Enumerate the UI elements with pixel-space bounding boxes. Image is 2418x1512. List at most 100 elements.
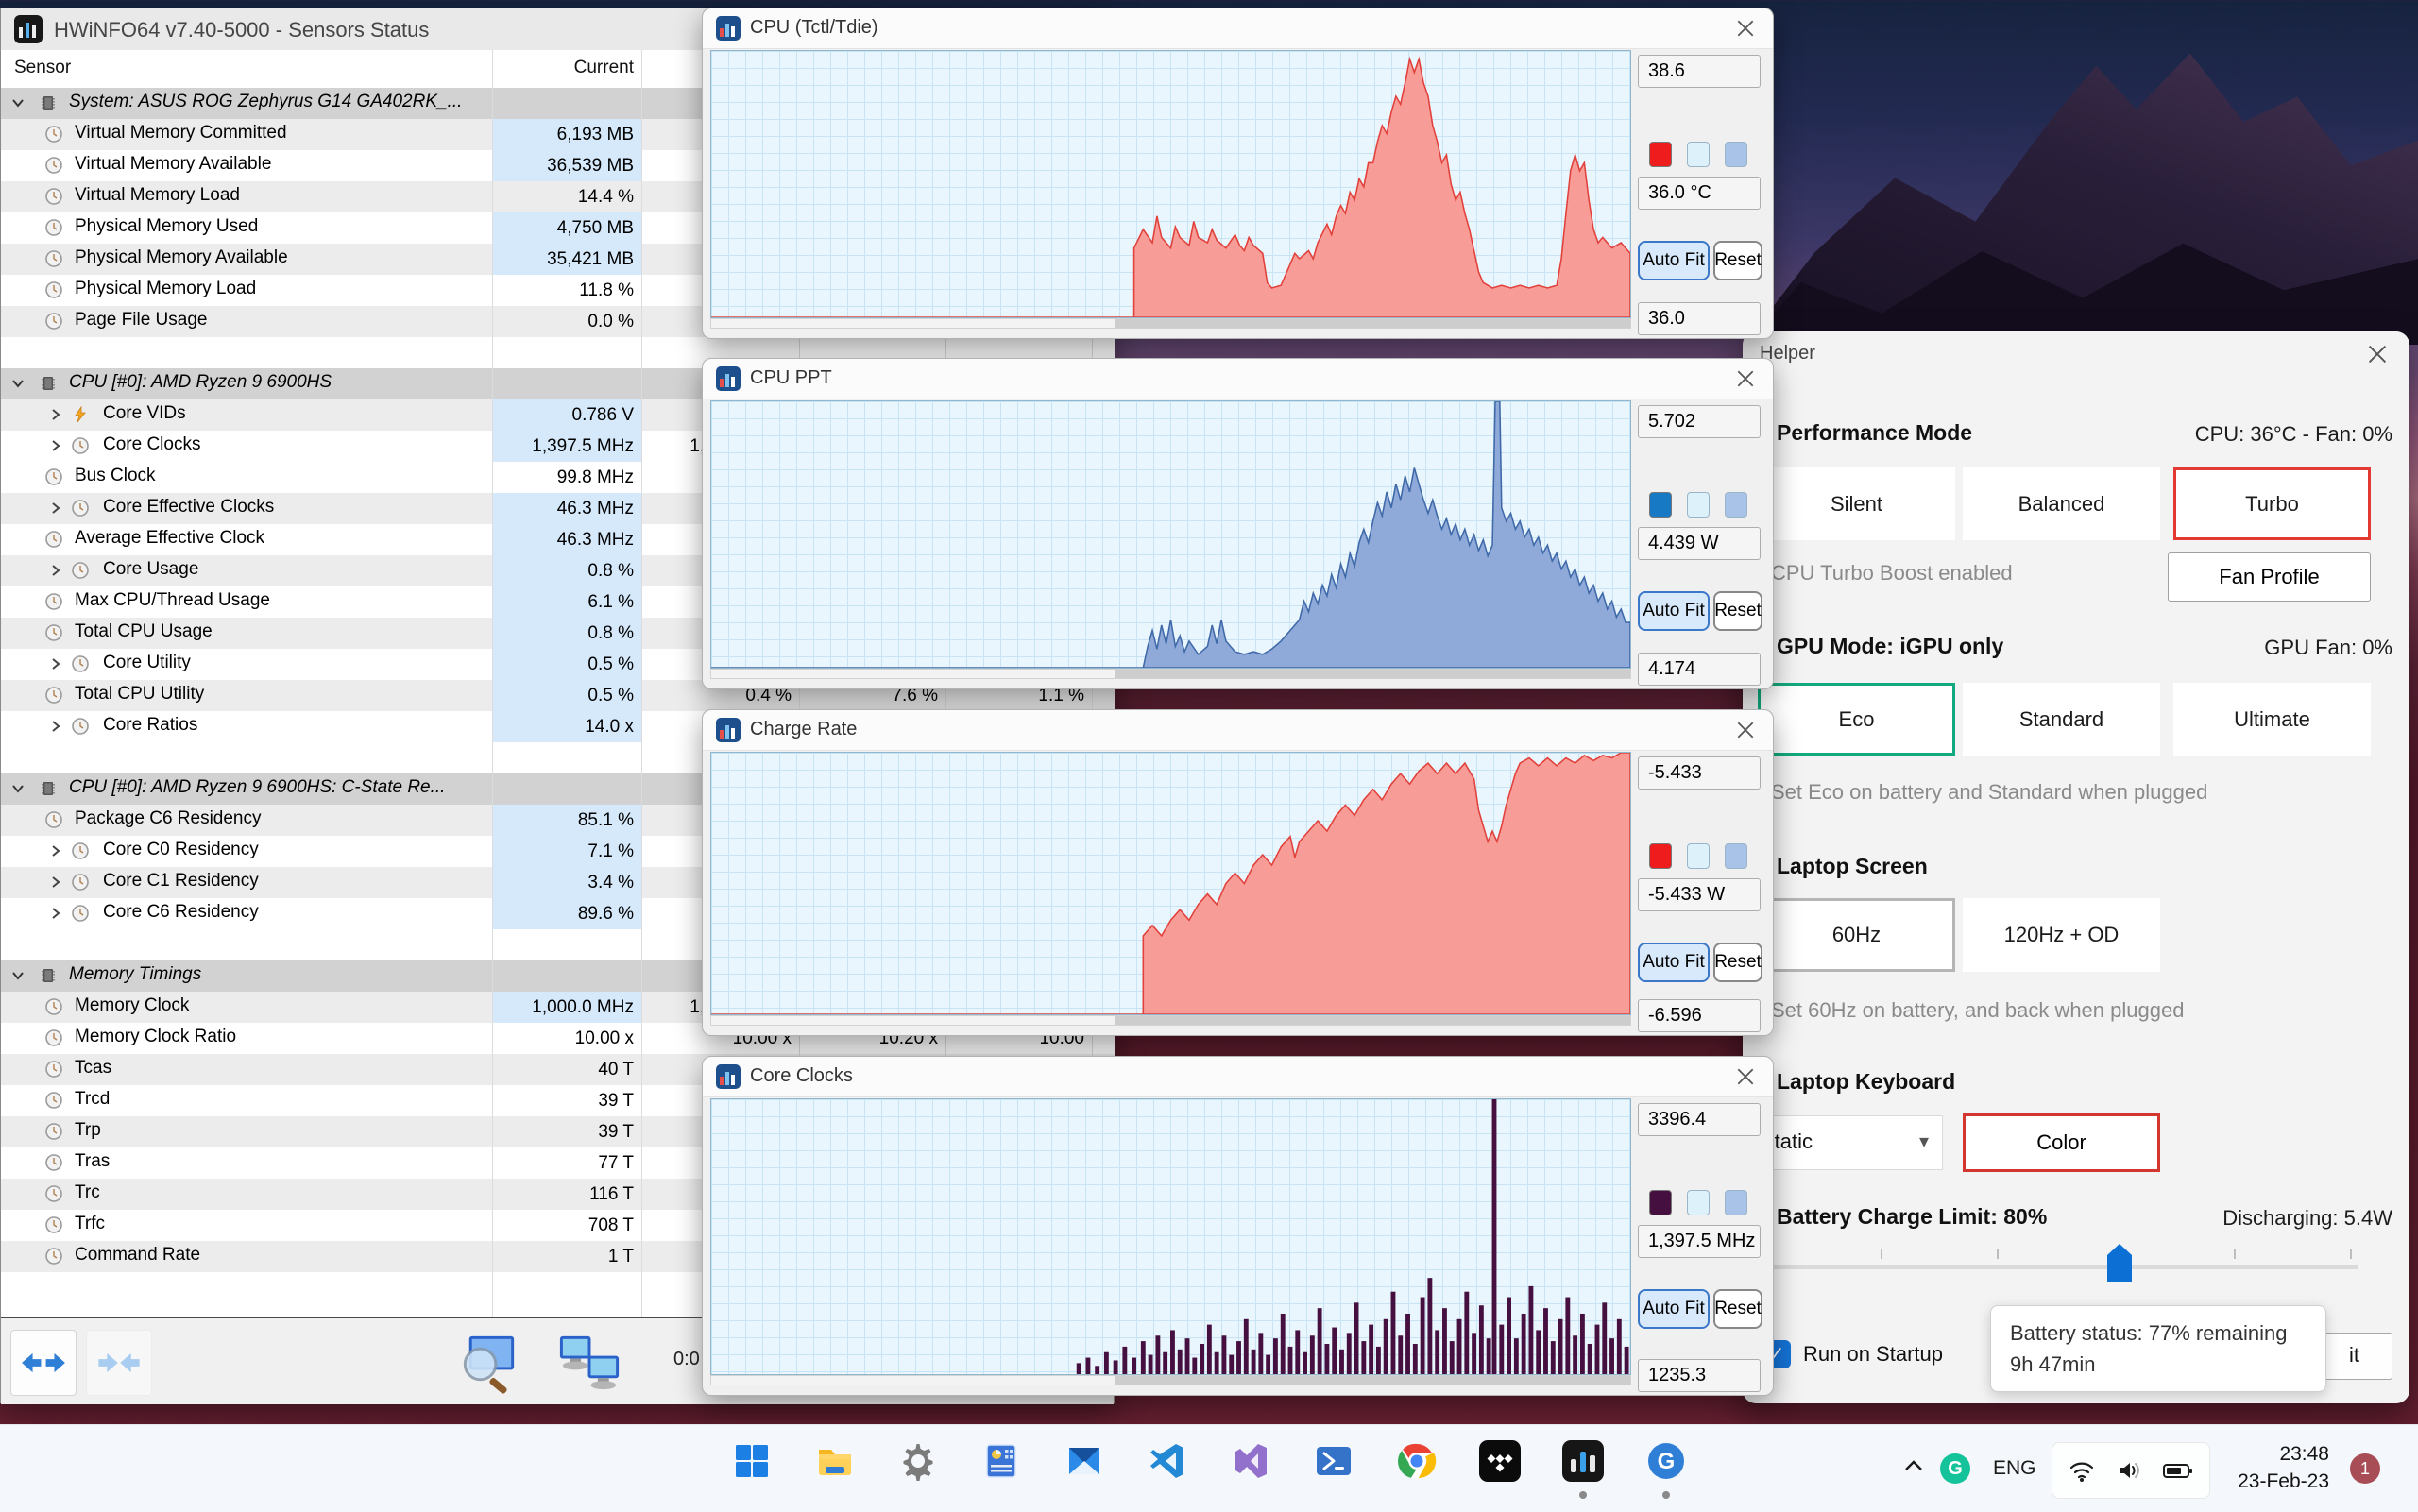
- grid-color-swatch[interactable]: [1725, 1190, 1747, 1215]
- taskbar-icon-task-manager[interactable]: [979, 1438, 1024, 1484]
- column-header-sensor[interactable]: Sensor: [14, 58, 71, 78]
- chevron-down-icon[interactable]: [10, 95, 26, 110]
- graph-scrollbar[interactable]: [710, 669, 1631, 679]
- notification-badge[interactable]: 1: [2350, 1453, 2380, 1484]
- expand-sensors-button[interactable]: [10, 1330, 77, 1396]
- scrollbar-handle[interactable]: [1115, 1016, 1630, 1025]
- scrollbar-handle[interactable]: [1115, 1376, 1630, 1385]
- taskbar-icon-vscode[interactable]: [1145, 1438, 1190, 1484]
- chevron-right-icon[interactable]: [48, 906, 63, 921]
- reset-button[interactable]: Reset: [1713, 241, 1762, 280]
- laptop-screen-heading: Laptop Screen: [1777, 854, 1928, 878]
- graph-min-value: 4.174: [1638, 653, 1761, 686]
- series-color-swatch[interactable]: [1649, 492, 1672, 518]
- language-indicator[interactable]: ENG: [1993, 1457, 2036, 1480]
- remote-monitoring-icon[interactable]: [554, 1328, 624, 1398]
- auto-fit-button[interactable]: Auto Fit: [1638, 591, 1710, 631]
- standard-gpu-button[interactable]: Standard: [1963, 683, 2160, 756]
- turbo-boost-note: CPU Turbo Boost enabled: [1771, 561, 2013, 585]
- battery-limit-slider-track[interactable]: [1771, 1265, 2358, 1269]
- grid-color-swatch[interactable]: [1725, 843, 1747, 869]
- series-color-swatch[interactable]: [1649, 142, 1672, 167]
- grid-color-swatch[interactable]: [1725, 492, 1747, 518]
- taskbar-icon-tidal[interactable]: [1477, 1438, 1523, 1484]
- column-header-current[interactable]: Current: [492, 58, 634, 78]
- grammarly-tray-icon[interactable]: G: [1940, 1453, 1970, 1484]
- keyboard-color-button[interactable]: Color: [1963, 1113, 2160, 1172]
- eco-gpu-button[interactable]: Eco: [1758, 683, 1955, 756]
- taskbar-icon-settings[interactable]: [895, 1438, 941, 1484]
- chevron-right-icon[interactable]: [48, 438, 63, 453]
- auto-fit-button[interactable]: Auto Fit: [1638, 943, 1710, 982]
- close-icon[interactable]: [1735, 1066, 1756, 1087]
- chevron-right-icon[interactable]: [48, 843, 63, 858]
- tooltip-line2: 9h 47min: [2010, 1352, 2096, 1376]
- sensor-current-value: 1 T: [607, 1247, 634, 1266]
- close-icon[interactable]: [1735, 720, 1756, 740]
- background-color-swatch[interactable]: [1687, 142, 1710, 167]
- taskbar-icon-ghelper[interactable]: G: [1643, 1438, 1689, 1499]
- chevron-down-icon[interactable]: [10, 968, 26, 983]
- chevron-right-icon[interactable]: [48, 501, 63, 516]
- series-color-swatch[interactable]: [1649, 1190, 1672, 1215]
- background-color-swatch[interactable]: [1687, 843, 1710, 869]
- battery-limit-slider-thumb[interactable]: [2107, 1244, 2132, 1282]
- chevron-right-icon[interactable]: [48, 875, 63, 890]
- taskbar-icon-start[interactable]: [729, 1438, 775, 1484]
- auto-fit-button[interactable]: Auto Fit: [1638, 241, 1710, 280]
- sensor-current-value: 0.786 V: [492, 399, 641, 431]
- taskbar-icon-chrome[interactable]: [1394, 1438, 1439, 1484]
- balanced-mode-button[interactable]: Balanced: [1963, 467, 2160, 540]
- tray-overflow-chevron-icon[interactable]: [1900, 1453, 1927, 1480]
- close-icon[interactable]: [1735, 368, 1756, 389]
- close-icon[interactable]: [1735, 18, 1756, 39]
- clock-icon: [44, 810, 63, 829]
- turbo-mode-button[interactable]: Turbo: [2173, 467, 2371, 540]
- chevron-right-icon[interactable]: [48, 656, 63, 671]
- keyboard-mode-dropdown[interactable]: Static ▾: [1746, 1115, 1943, 1170]
- clock-icon: [44, 686, 63, 705]
- scrollbar-handle[interactable]: [1115, 670, 1630, 678]
- ultimate-gpu-button[interactable]: Ultimate: [2173, 683, 2371, 756]
- series-color-swatch[interactable]: [1649, 843, 1672, 869]
- quick-settings-pill[interactable]: [2052, 1442, 2210, 1499]
- collapse-sensors-button[interactable]: [86, 1330, 152, 1396]
- taskbar-icon-mail[interactable]: [1062, 1438, 1107, 1484]
- graph-scrollbar[interactable]: [710, 318, 1631, 329]
- clock-icon: [71, 717, 90, 736]
- reset-button[interactable]: Reset: [1713, 591, 1762, 631]
- graph-titlebar[interactable]: CPU PPT: [703, 359, 1773, 399]
- background-color-swatch[interactable]: [1687, 1190, 1710, 1215]
- taskbar-icon-hwinfo[interactable]: [1560, 1438, 1606, 1499]
- chevron-right-icon[interactable]: [48, 407, 63, 422]
- scrollbar-handle[interactable]: [1115, 319, 1630, 328]
- graph-scrollbar[interactable]: [710, 1375, 1631, 1385]
- chevron-right-icon[interactable]: [48, 563, 63, 578]
- close-icon[interactable]: [2366, 343, 2389, 365]
- graph-titlebar[interactable]: CPU (Tctl/Tdie): [703, 8, 1773, 49]
- auto-fit-button[interactable]: Auto Fit: [1638, 1289, 1710, 1329]
- sensor-label: Memory Clock: [75, 995, 190, 1015]
- clock[interactable]: 23:48 23-Feb-23: [2216, 1440, 2329, 1495]
- chevron-down-icon[interactable]: [10, 376, 26, 391]
- graph-titlebar[interactable]: Core Clocks: [703, 1057, 1773, 1097]
- background-color-swatch[interactable]: [1687, 492, 1710, 518]
- grid-color-swatch[interactable]: [1725, 142, 1747, 167]
- sensor-current-value: 85.1 %: [492, 805, 641, 836]
- reset-button[interactable]: Reset: [1713, 1289, 1762, 1329]
- status-time: 0:0: [673, 1349, 700, 1369]
- refresh-120hz-button[interactable]: 120Hz + OD: [1963, 898, 2160, 972]
- silent-mode-button[interactable]: Silent: [1758, 467, 1955, 540]
- taskbar-icon-visual-studio[interactable]: [1228, 1438, 1273, 1484]
- refresh-60hz-button[interactable]: 60Hz: [1758, 898, 1955, 972]
- screen-capture-icon[interactable]: [452, 1328, 522, 1398]
- graph-titlebar[interactable]: Charge Rate: [703, 710, 1773, 751]
- taskbar-icon-file-explorer[interactable]: [812, 1438, 858, 1484]
- chevron-down-icon[interactable]: [10, 781, 26, 796]
- graph-scrollbar[interactable]: [710, 1015, 1631, 1026]
- taskbar-icon-powershell[interactable]: [1311, 1438, 1356, 1484]
- chevron-right-icon[interactable]: [48, 719, 63, 734]
- fan-profile-button[interactable]: Fan Profile: [2168, 552, 2371, 602]
- clock-icon: [44, 1060, 63, 1079]
- reset-button[interactable]: Reset: [1713, 943, 1762, 982]
